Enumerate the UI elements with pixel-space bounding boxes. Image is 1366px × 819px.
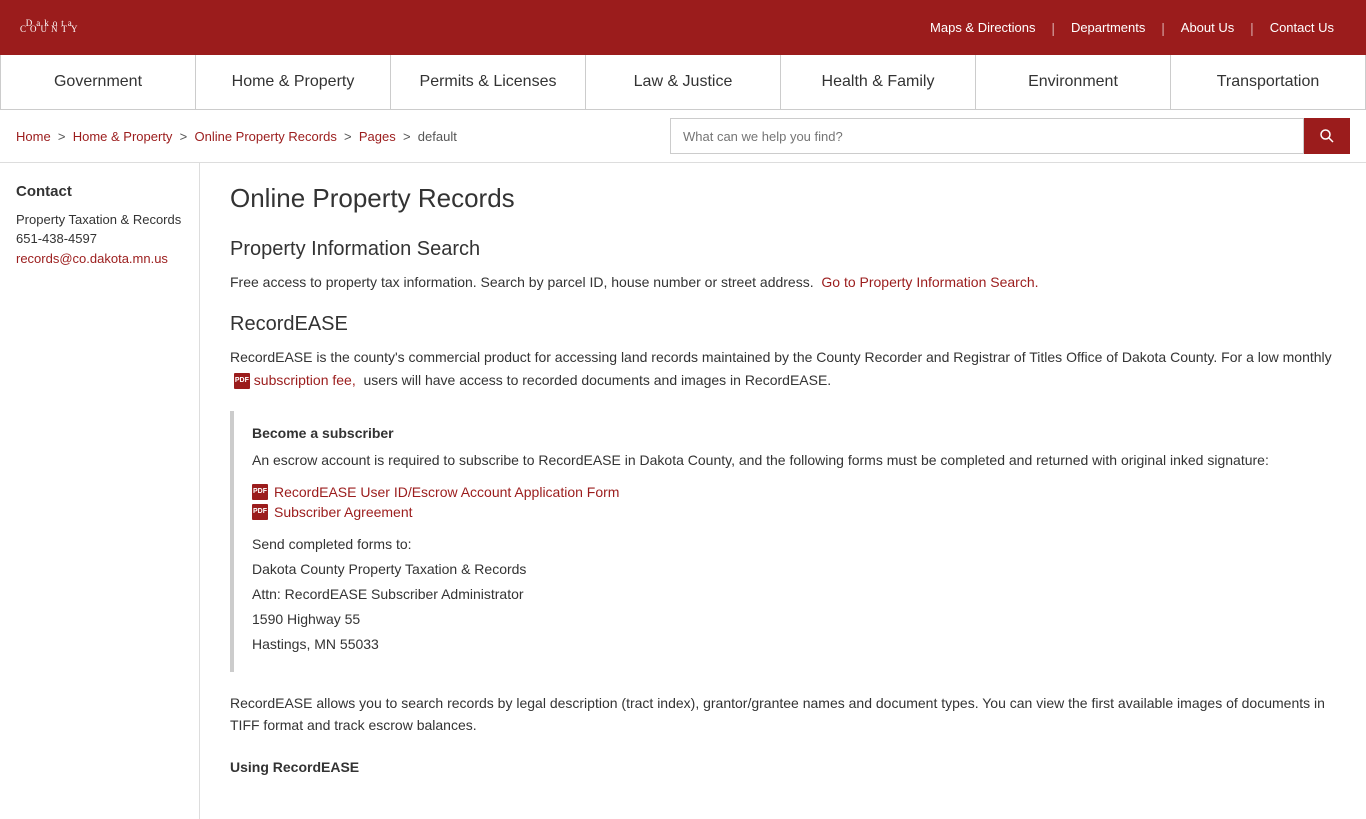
pdf-icon-agreement: PDF — [252, 504, 268, 520]
callout-text: An escrow account is required to subscri… — [252, 449, 1318, 471]
nav-health-family[interactable]: Health & Family — [781, 55, 976, 109]
section-property-info-title: Property Information Search — [230, 238, 1336, 261]
section-recordease-title: RecordEASE — [230, 313, 1336, 336]
breadcrumb-online-property[interactable]: Online Property Records — [194, 129, 336, 144]
sidebar-contact-title: Contact — [16, 183, 183, 200]
pdf-icon-inline: PDF — [234, 373, 250, 389]
sep-2: | — [1157, 20, 1168, 36]
sep-3: | — [1246, 20, 1257, 36]
section-property-info-text: Free access to property tax information.… — [230, 271, 1336, 293]
nav-about[interactable]: About Us — [1169, 20, 1246, 35]
callout-box: Become a subscriber An escrow account is… — [230, 411, 1336, 671]
recordease-description: RecordEASE allows you to search records … — [230, 692, 1336, 737]
breadcrumb: Home > Home & Property > Online Property… — [16, 129, 457, 144]
recordease-form-link[interactable]: PDF RecordEASE User ID/Escrow Account Ap… — [252, 484, 1318, 500]
search-input[interactable] — [670, 118, 1304, 154]
nav-maps[interactable]: Maps & Directions — [918, 20, 1047, 35]
logo-sub: COUNTY — [20, 24, 82, 34]
sidebar-email[interactable]: records@co.dakota.mn.us — [16, 251, 168, 266]
nav-transportation[interactable]: Transportation — [1171, 55, 1366, 109]
main-content: Online Property Records Property Informa… — [200, 163, 1366, 819]
breadcrumb-home-property[interactable]: Home & Property — [73, 129, 173, 144]
pdf-icon-form: PDF — [252, 484, 268, 500]
top-bar: Dakota COUNTY Maps & Directions | Depart… — [0, 0, 1366, 55]
callout-title: Become a subscriber — [252, 425, 1318, 441]
sidebar-phone: 651-438-4597 — [16, 231, 183, 246]
nav-environment[interactable]: Environment — [976, 55, 1171, 109]
search-bar — [670, 118, 1350, 154]
search-button[interactable] — [1304, 118, 1350, 154]
sidebar-org: Property Taxation & Records — [16, 212, 183, 227]
breadcrumb-home[interactable]: Home — [16, 129, 51, 144]
nav-government[interactable]: Government — [0, 55, 196, 109]
section-recordease-intro: RecordEASE is the county's commercial pr… — [230, 346, 1336, 391]
nav-law-justice[interactable]: Law & Justice — [586, 55, 781, 109]
breadcrumb-bar: Home > Home & Property > Online Property… — [0, 110, 1366, 163]
subscriber-agreement-link[interactable]: PDF Subscriber Agreement — [252, 504, 1318, 520]
page-title: Online Property Records — [230, 183, 1336, 214]
main-nav: Government Home & Property Permits & Lic… — [0, 55, 1366, 110]
sep-1: | — [1048, 20, 1059, 36]
nav-home-property[interactable]: Home & Property — [196, 55, 391, 109]
property-info-link[interactable]: Go to Property Information Search. — [821, 274, 1038, 290]
send-forms: Send completed forms to: Dakota County P… — [252, 532, 1318, 658]
subscription-fee-link[interactable]: subscription fee, — [254, 372, 356, 388]
site-logo: Dakota COUNTY — [20, 22, 82, 34]
nav-permits[interactable]: Permits & Licenses — [391, 55, 586, 109]
using-recordease-title: Using RecordEASE — [230, 756, 1336, 778]
breadcrumb-current: default — [418, 129, 457, 144]
top-nav: Maps & Directions | Departments | About … — [918, 20, 1346, 36]
sidebar: Contact Property Taxation & Records 651-… — [0, 163, 200, 819]
search-icon — [1319, 128, 1335, 144]
breadcrumb-pages[interactable]: Pages — [359, 129, 396, 144]
nav-departments[interactable]: Departments — [1059, 20, 1157, 35]
nav-contact[interactable]: Contact Us — [1258, 20, 1346, 35]
content-wrapper: Contact Property Taxation & Records 651-… — [0, 163, 1366, 819]
